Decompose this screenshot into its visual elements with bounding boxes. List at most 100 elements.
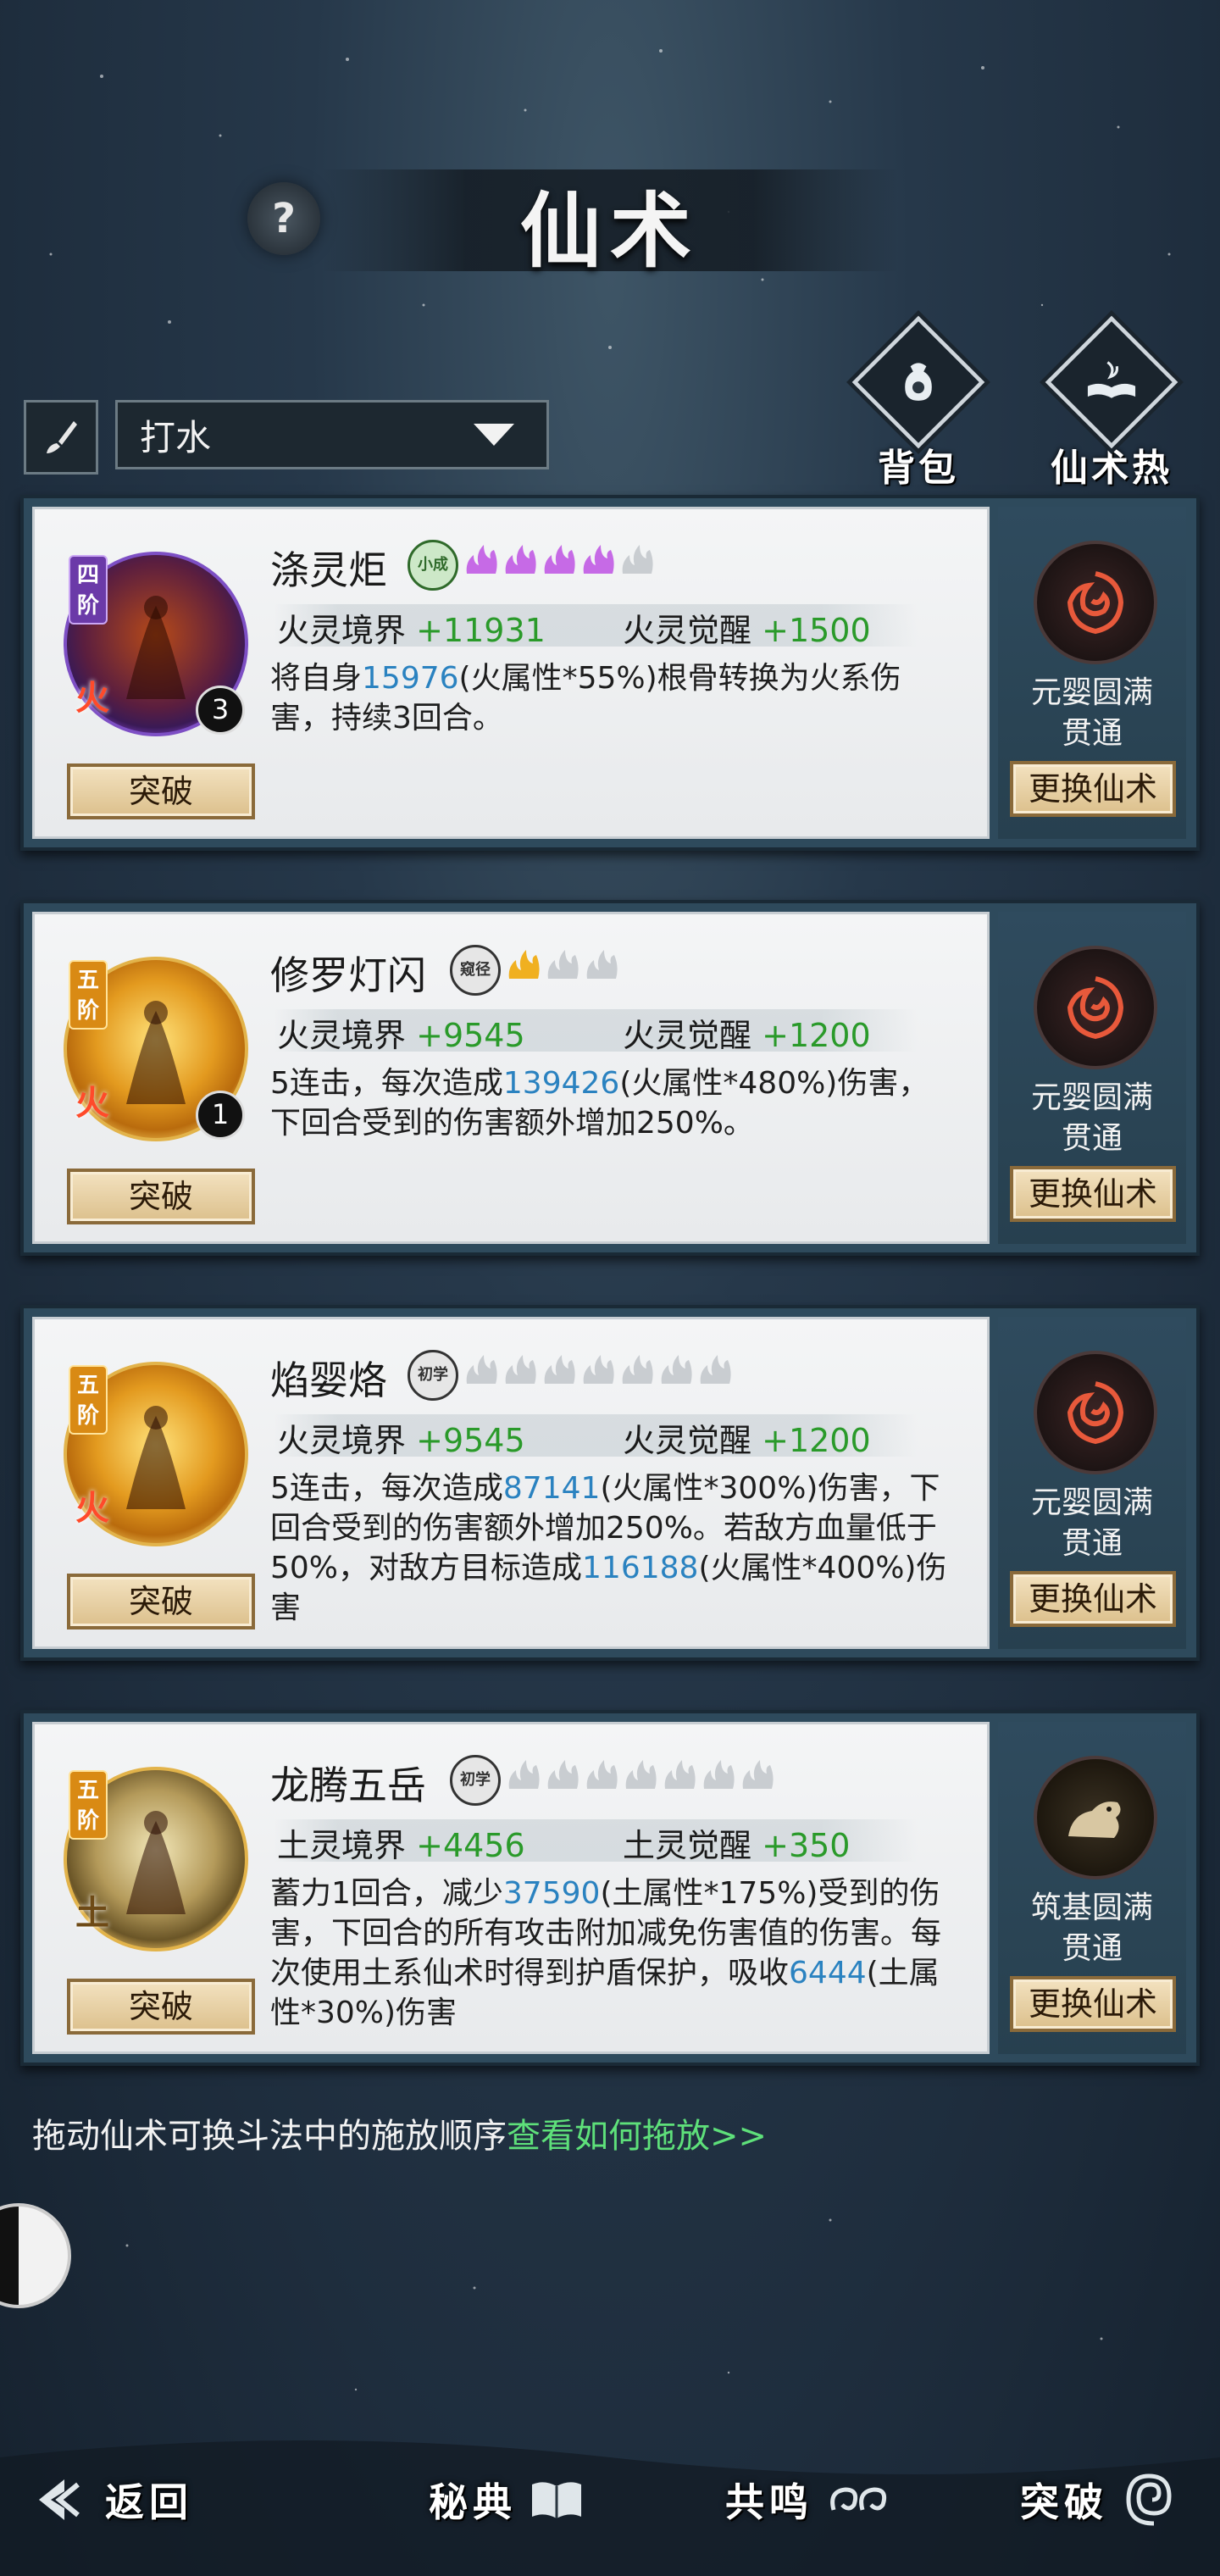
element-label: 火 bbox=[75, 1489, 109, 1528]
flame-lit-icon bbox=[544, 545, 575, 574]
stat-realm-label: 火灵境界 bbox=[277, 1422, 407, 1459]
desc-number: 139426 bbox=[502, 1066, 620, 1101]
flame-unlit-icon bbox=[742, 1760, 774, 1789]
realm-status: 元婴圆满 贯通 bbox=[998, 673, 1186, 754]
back-arrow-icon bbox=[39, 2479, 80, 2520]
realm-status-line2: 贯通 bbox=[1061, 716, 1123, 751]
swirl-icon bbox=[830, 2487, 887, 2511]
rank-badge: 初学 bbox=[450, 1755, 501, 1806]
flame-unlit-icon bbox=[544, 1355, 575, 1384]
open-book-icon bbox=[532, 2482, 581, 2518]
back-button[interactable]: 返回 bbox=[34, 2457, 193, 2542]
flame-unlit-icon bbox=[625, 1760, 657, 1789]
skill-card-main: 五阶 火 1 突破 修罗灯闪 窥径 火灵境界 +9545 火灵觉醒 +1200 … bbox=[32, 912, 990, 1244]
desc-number: 37590 bbox=[502, 1876, 601, 1911]
flame-unlit-icon bbox=[505, 1355, 536, 1384]
breakthrough-nav-label: 突破 bbox=[1020, 2479, 1108, 2525]
change-skill-button[interactable]: 更换仙术 bbox=[1010, 1571, 1176, 1627]
realm-status: 元婴圆满 贯通 bbox=[998, 1483, 1186, 1564]
change-skill-button[interactable]: 更换仙术 bbox=[1010, 761, 1176, 817]
realm-status-line1: 筑基圆满 bbox=[1030, 1890, 1153, 1925]
skill-filter-dropdown[interactable]: 打水 bbox=[115, 400, 549, 469]
stat-awaken: 土灵觉醒 +350 bbox=[623, 1819, 850, 1866]
flame-unlit-icon bbox=[586, 950, 618, 979]
skill-card[interactable]: 五阶 火 突破 焰婴烙 初学 火灵境界 +9545 火灵觉醒 +1200 5连击… bbox=[20, 1305, 1200, 1661]
mastery-flames bbox=[463, 543, 655, 577]
skill-card[interactable]: 四阶 火 3 突破 涤灵炬 小成 火灵境界 +11931 火灵觉醒 +1500 … bbox=[20, 495, 1200, 851]
bag-button[interactable]: 背包 bbox=[842, 315, 995, 491]
flame-unlit-icon bbox=[583, 1355, 614, 1384]
stat-realm: 火灵境界 +9545 bbox=[277, 1414, 525, 1461]
change-skill-button[interactable]: 更换仙术 bbox=[1010, 1976, 1176, 2032]
stat-awaken-value: +350 bbox=[762, 1827, 851, 1864]
skill-card-side: 筑基圆满 贯通 更换仙术 bbox=[998, 1722, 1186, 2054]
rank-badge: 小成 bbox=[408, 540, 458, 591]
skill-card-main: 四阶 火 3 突破 涤灵炬 小成 火灵境界 +11931 火灵觉醒 +1500 … bbox=[32, 507, 990, 839]
breakthrough-button[interactable]: 突破 bbox=[67, 763, 255, 819]
phoenix-icon bbox=[1034, 1351, 1157, 1474]
stat-awaken-value: +1200 bbox=[762, 1017, 871, 1054]
yinyang-icon[interactable] bbox=[0, 2203, 71, 2308]
desc-number: 6444 bbox=[789, 1956, 867, 1990]
brush-icon bbox=[47, 421, 77, 453]
drag-hint-text: 拖动仙术可换斗法中的施放顺序 bbox=[32, 2117, 507, 2156]
drag-howto-link[interactable]: 查看如何拖放>> bbox=[507, 2117, 767, 2156]
stat-realm-value: +9545 bbox=[416, 1017, 525, 1054]
resonance-button[interactable]: 共鸣 bbox=[725, 2457, 893, 2542]
resonance-label: 共鸣 bbox=[725, 2479, 813, 2525]
rank-badge: 窥径 bbox=[450, 945, 501, 996]
skill-card[interactable]: 五阶 土 突破 龙腾五岳 初学 土灵境界 +4456 土灵觉醒 +350 蓄力1… bbox=[20, 1710, 1200, 2066]
stat-awaken-label: 火灵觉醒 bbox=[623, 612, 752, 649]
skill-card[interactable]: 五阶 火 1 突破 修罗灯闪 窥径 火灵境界 +9545 火灵觉醒 +1200 … bbox=[20, 900, 1200, 1256]
change-skill-button[interactable]: 更换仙术 bbox=[1010, 1166, 1176, 1222]
skill-card-side: 元婴圆满 贯通 更换仙术 bbox=[998, 1317, 1186, 1649]
flame-unlit-icon bbox=[703, 1760, 735, 1789]
flame-lit-icon bbox=[583, 545, 614, 574]
secret-book-button[interactable]: 秘典 bbox=[429, 2457, 585, 2542]
stat-realm: 土灵境界 +4456 bbox=[277, 1819, 525, 1866]
flame-lit-icon bbox=[466, 545, 497, 574]
realm-status-line2: 贯通 bbox=[1061, 1931, 1123, 1966]
stat-awaken-value: +1500 bbox=[762, 612, 871, 649]
mastery-flames bbox=[506, 1758, 775, 1792]
realm-status-line1: 元婴圆满 bbox=[1030, 675, 1153, 710]
skill-description: 5连击，每次造成87141(火属性*300%)伤害，下回合受到的伤害额外增加25… bbox=[270, 1468, 948, 1628]
stat-awaken-label: 土灵觉醒 bbox=[623, 1827, 752, 1864]
tier-badge: 五阶 bbox=[69, 1770, 108, 1840]
flame-unlit-icon bbox=[622, 545, 653, 574]
desc-text: 5连击，每次造成 bbox=[270, 1066, 503, 1101]
desc-number: 15976 bbox=[362, 661, 459, 696]
skill-description: 将自身15976(火属性*55%)根骨转换为火系伤害，持续3回合。 bbox=[270, 658, 948, 738]
stat-realm-value: +9545 bbox=[416, 1422, 525, 1459]
brush-button[interactable] bbox=[24, 400, 98, 475]
flame-unlit-icon bbox=[661, 1355, 692, 1384]
stat-realm-value: +11931 bbox=[416, 612, 546, 649]
flame-unlit-icon bbox=[466, 1355, 497, 1384]
flame-unlit-icon bbox=[700, 1355, 731, 1384]
secret-book-label: 秘典 bbox=[429, 2479, 517, 2525]
tier-badge: 五阶 bbox=[69, 960, 108, 1030]
skill-card-side: 元婴圆满 贯通 更换仙术 bbox=[998, 912, 1186, 1244]
bag-icon bbox=[905, 363, 932, 401]
phoenix-icon bbox=[1034, 946, 1157, 1069]
breakthrough-button[interactable]: 突破 bbox=[67, 1574, 255, 1629]
bottom-nav: 返回 秘典 共鸣 突破 bbox=[0, 2440, 1220, 2568]
breakthrough-nav-button[interactable]: 突破 bbox=[1020, 2457, 1184, 2542]
flame-unlit-icon bbox=[586, 1760, 618, 1789]
stat-awaken: 火灵觉醒 +1200 bbox=[623, 1009, 871, 1056]
skill-description: 蓄力1回合，减少37590(土属性*175%)受到的伤害，下回合的所有攻击附加减… bbox=[270, 1874, 948, 2033]
desc-text: 将自身 bbox=[270, 661, 363, 696]
realm-status-line1: 元婴圆满 bbox=[1030, 1080, 1153, 1115]
spiral-icon bbox=[1126, 2473, 1172, 2526]
realm-status-line1: 元婴圆满 bbox=[1030, 1485, 1153, 1520]
breakthrough-button[interactable]: 突破 bbox=[67, 1979, 255, 2035]
stat-awaken-label: 火灵觉醒 bbox=[623, 1422, 752, 1459]
element-label: 土 bbox=[75, 1894, 109, 1933]
flame-lit-icon bbox=[505, 545, 536, 574]
help-button[interactable]: ? bbox=[247, 182, 320, 255]
breakthrough-button[interactable]: 突破 bbox=[67, 1169, 255, 1224]
skill-description: 5连击，每次造成139426(火属性*480%)伤害，下回合受到的伤害额外增加2… bbox=[270, 1063, 948, 1143]
realm-status-line2: 贯通 bbox=[1061, 1526, 1123, 1561]
desc-number: 116188 bbox=[582, 1551, 699, 1585]
stat-realm-label: 火灵境界 bbox=[277, 1017, 407, 1054]
